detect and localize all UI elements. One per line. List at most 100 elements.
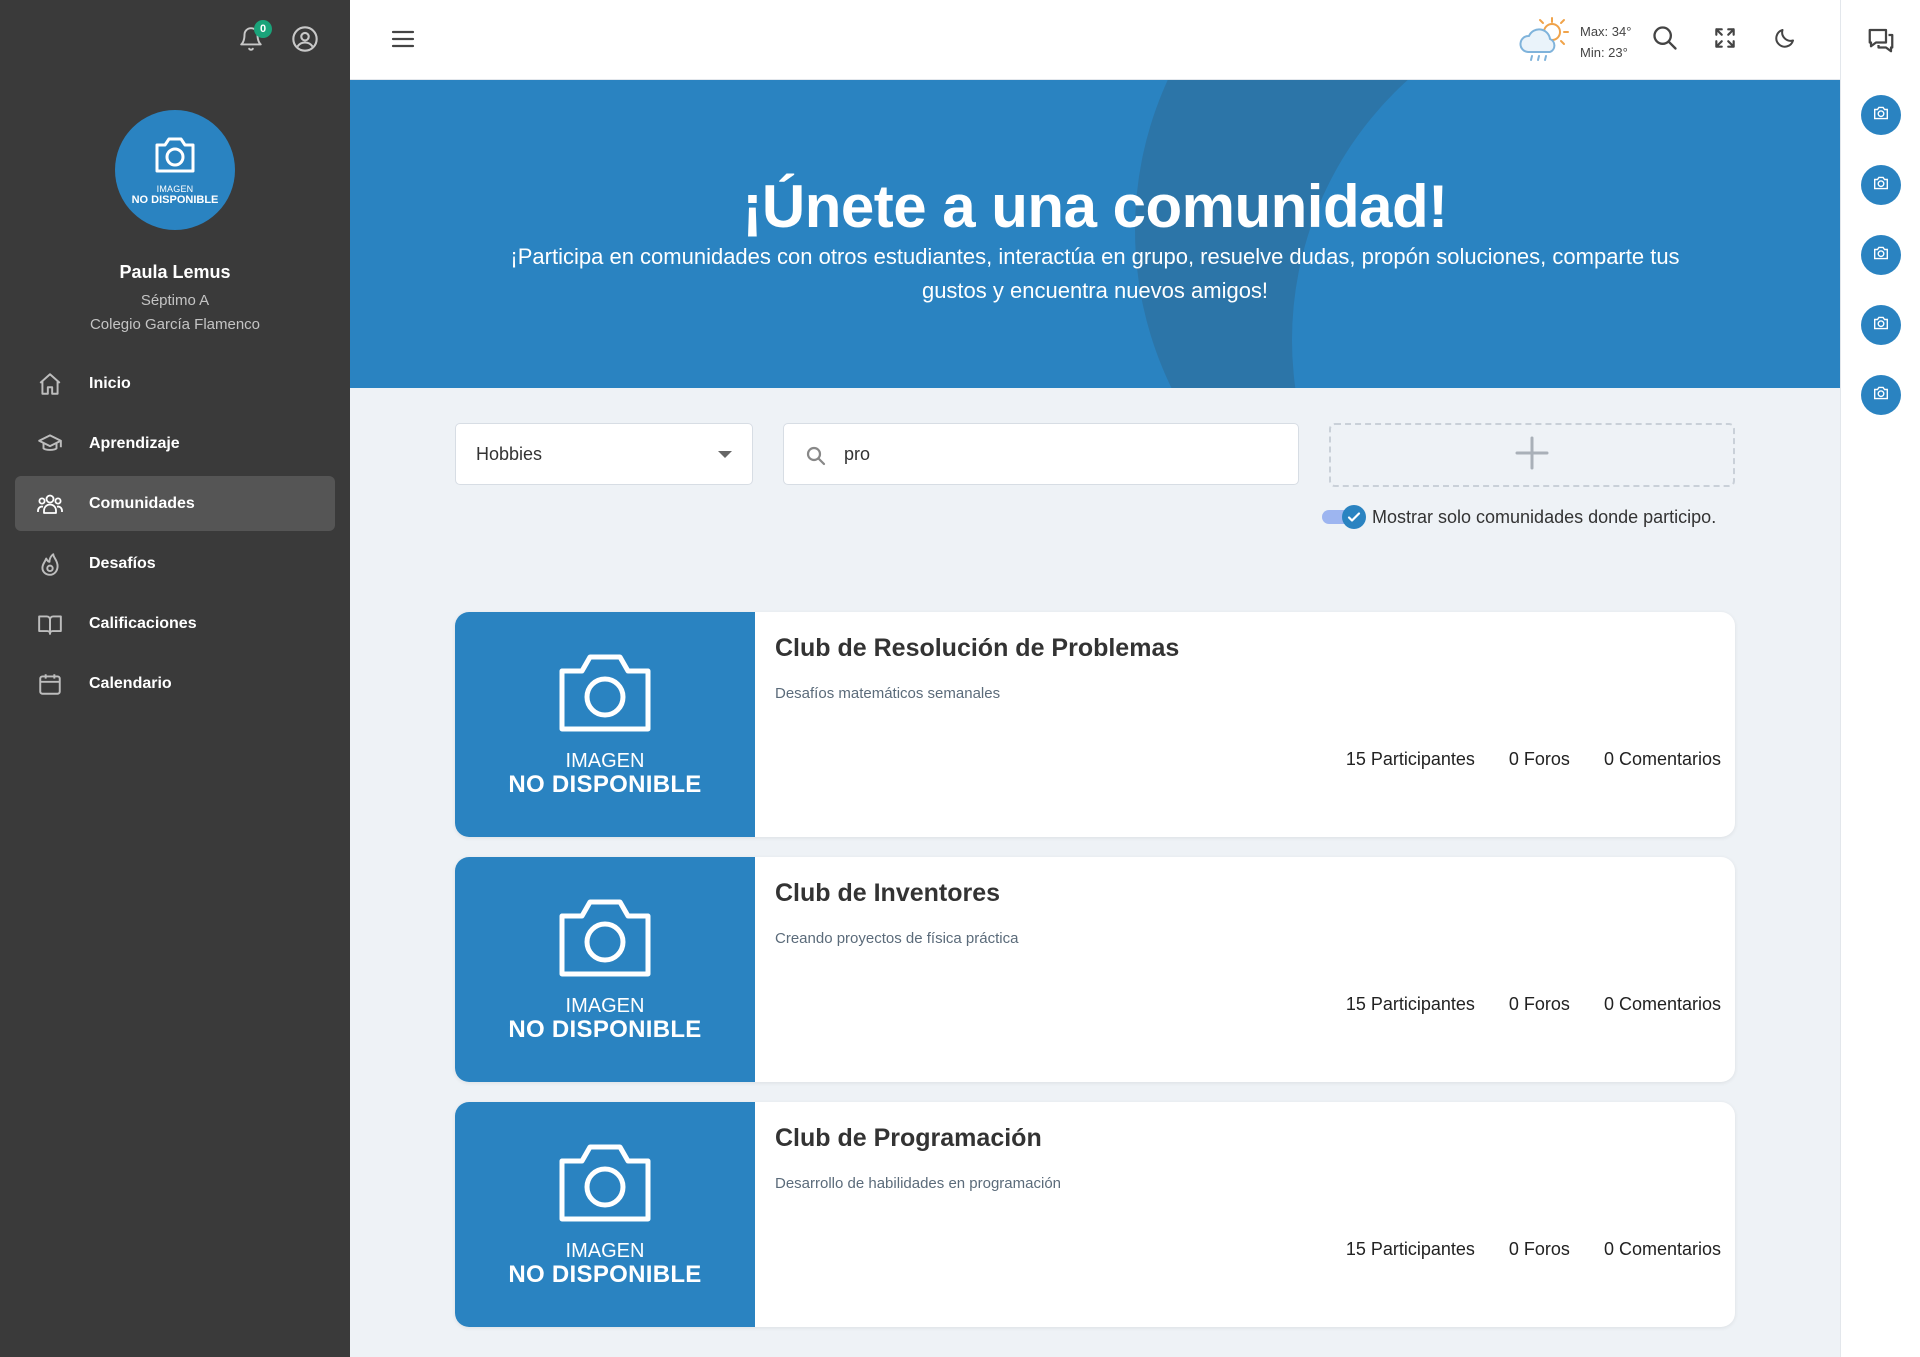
nav-item-inicio[interactable]: Inicio: [15, 356, 335, 411]
create-community-button[interactable]: [1329, 423, 1735, 487]
participants-count: 15 Participantes: [1345, 1239, 1475, 1259]
community-image: IMAGEN NO DISPONIBLE: [455, 1102, 755, 1327]
plus-icon: [1512, 433, 1552, 478]
menu-toggle-button[interactable]: [390, 26, 420, 54]
hero-banner: ¡Únete a una comunidad! ¡Participa en co…: [350, 80, 1840, 388]
image-caption-top: IMAGEN: [565, 1240, 645, 1262]
calendar-icon: [35, 669, 65, 699]
community-description: Desafíos matemáticos semanales: [775, 685, 1001, 702]
community-image: IMAGEN NO DISPONIBLE: [455, 612, 755, 837]
user-grade: Séptimo A: [140, 292, 210, 309]
community-stats: 15 Participantes 0 Foros 0 Comentarios: [1346, 749, 1721, 770]
moon-icon: [1773, 26, 1797, 55]
search-button[interactable]: [1650, 25, 1680, 55]
category-select[interactable]: Hobbies: [455, 423, 753, 485]
community-card[interactable]: IMAGEN NO DISPONIBLE Club de Programació…: [455, 1102, 1735, 1327]
community-card[interactable]: IMAGEN NO DISPONIBLE Club de Resolución …: [455, 612, 1735, 837]
top-bar: Max: 34° Min: 23°: [350, 0, 1840, 80]
user-name: Paula Lemus: [119, 262, 231, 282]
camera-icon: [1873, 106, 1889, 125]
participant-avatar[interactable]: [1861, 95, 1901, 135]
avatar[interactable]: IMAGEN NO DISPONIBLE: [115, 110, 235, 230]
participation-toggle-label: Mostrar solo comunidades donde participo…: [1372, 506, 1717, 527]
image-caption-bottom: NO DISPONIBLE: [508, 771, 702, 798]
community-description: Creando proyectos de física práctica: [775, 930, 1019, 947]
chat-button[interactable]: [1866, 25, 1896, 55]
participant-avatar[interactable]: [1861, 375, 1901, 415]
avatar-caption-top: IMAGEN: [156, 183, 194, 194]
hero-subtitle: ¡Participa en comunidades con otros estu…: [510, 244, 1680, 303]
camera-icon: [1873, 246, 1889, 265]
community-stats: 15 Participantes 0 Foros 0 Comentarios: [1346, 1239, 1721, 1260]
nav-item-aprendizaje[interactable]: Aprendizaje: [15, 416, 335, 471]
search-input[interactable]: [844, 424, 1284, 484]
flame-icon: [35, 549, 65, 579]
avatar-caption-bottom: NO DISPONIBLE: [131, 193, 219, 206]
hero-title: ¡Únete a una comunidad!: [742, 173, 1448, 240]
weather-min: Min: 23°: [1580, 44, 1628, 60]
sidebar: 0 IMAGEN NO DISPONIBLE Paula Lemus Sépti…: [0, 0, 350, 1357]
forums-count: 0 Foros: [1508, 749, 1570, 769]
sidebar-nav: Inicio Aprendizaje Comunidades Desafíos …: [15, 356, 335, 716]
community-title: Club de Programación: [775, 1124, 1042, 1152]
camera-icon: [556, 651, 654, 740]
participation-filter: Mostrar solo comunidades donde participo…: [1322, 505, 1716, 529]
forums-count: 0 Foros: [1508, 1239, 1570, 1259]
nav-label: Calendario: [89, 674, 172, 692]
participant-avatar[interactable]: [1861, 305, 1901, 345]
image-caption-top: IMAGEN: [565, 750, 645, 772]
dark-mode-button[interactable]: [1770, 25, 1800, 55]
camera-icon: [1873, 316, 1889, 335]
nav-item-comunidades[interactable]: Comunidades: [15, 476, 335, 531]
notifications-button[interactable]: 0: [236, 20, 272, 56]
weather-widget: Max: 34° Min: 23°: [1518, 16, 1631, 67]
fullscreen-button[interactable]: [1710, 25, 1740, 55]
camera-icon: [556, 1141, 654, 1230]
search-field[interactable]: [783, 423, 1299, 485]
comments-count: 0 Comentarios: [1603, 749, 1721, 769]
chat-icon: [1866, 28, 1896, 59]
participant-avatar[interactable]: [1861, 235, 1901, 275]
camera-icon: [556, 896, 654, 985]
right-rail: [1840, 0, 1920, 1357]
camera-icon: [1873, 386, 1889, 405]
user-circle-icon: [291, 25, 319, 58]
book-icon: [35, 609, 65, 639]
nav-label: Aprendizaje: [89, 434, 180, 452]
community-card[interactable]: IMAGEN NO DISPONIBLE Club de Inventores …: [455, 857, 1735, 1082]
participation-toggle[interactable]: [1322, 505, 1366, 529]
fullscreen-icon: [1712, 25, 1738, 56]
partly-cloudy-rain-icon: [1518, 16, 1570, 67]
image-caption-top: IMAGEN: [565, 995, 645, 1017]
nav-label: Calificaciones: [89, 614, 197, 632]
weather-temps: Max: 34° Min: 23°: [1580, 21, 1631, 63]
community-description: Desarrollo de habilidades en programació…: [775, 1175, 1062, 1192]
check-icon: [1342, 505, 1366, 529]
community-stats: 15 Participantes 0 Foros 0 Comentarios: [1346, 994, 1721, 1015]
participants-count: 15 Participantes: [1345, 749, 1475, 769]
notification-count-badge: 0: [254, 20, 272, 38]
users-icon: [35, 489, 65, 519]
participant-avatar[interactable]: [1861, 165, 1901, 205]
image-caption-bottom: NO DISPONIBLE: [508, 1016, 702, 1043]
forums-count: 0 Foros: [1508, 994, 1570, 1014]
image-caption-bottom: NO DISPONIBLE: [508, 1261, 702, 1288]
menu-icon: [390, 30, 416, 56]
camera-icon: [153, 135, 197, 180]
category-select-value: Hobbies: [476, 443, 543, 464]
nav-item-calificaciones[interactable]: Calificaciones: [15, 596, 335, 651]
community-image: IMAGEN NO DISPONIBLE: [455, 857, 755, 1082]
sidebar-top-actions: 0: [236, 20, 320, 58]
nav-item-calendario[interactable]: Calendario: [15, 656, 335, 711]
comments-count: 0 Comentarios: [1603, 994, 1721, 1014]
nav-item-desafios[interactable]: Desafíos: [15, 536, 335, 591]
search-icon: [1651, 24, 1679, 57]
nav-label: Inicio: [89, 374, 131, 392]
caret-down-icon: [718, 451, 732, 458]
home-icon: [35, 369, 65, 399]
nav-label: Comunidades: [89, 494, 195, 512]
user-school: Colegio García Flamenco: [89, 316, 261, 333]
community-title: Club de Inventores: [775, 879, 1001, 907]
comments-count: 0 Comentarios: [1603, 1239, 1721, 1259]
profile-button[interactable]: [290, 25, 320, 58]
